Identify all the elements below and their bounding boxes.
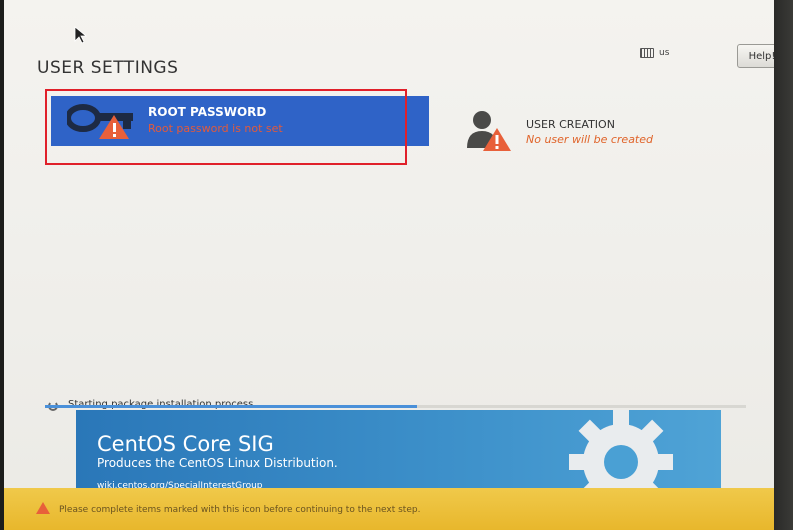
- warning-bar: Please complete items marked with this i…: [4, 488, 774, 530]
- user-warning-icon: [467, 111, 511, 151]
- progress-bar: [45, 405, 746, 408]
- mouse-pointer-icon: [74, 26, 88, 44]
- keyboard-icon: [640, 48, 654, 58]
- page-title: USER SETTINGS: [37, 58, 179, 78]
- banner-heading: CentOS Core SIG: [97, 432, 274, 456]
- spoke-user-status: No user will be created: [526, 133, 653, 146]
- progress-bar-fill: [45, 405, 417, 408]
- selection-highlight-box: [45, 89, 407, 165]
- banner-subheading: Produces the CentOS Linux Distribution.: [97, 456, 338, 470]
- installer-screen: USER SETTINGS us Help! ROOT PASSWORD Roo…: [4, 0, 774, 530]
- help-button[interactable]: Help!: [737, 44, 774, 68]
- keyboard-layout-label: us: [659, 48, 670, 58]
- spoke-user-creation[interactable]: USER CREATION No user will be created: [464, 108, 724, 158]
- warning-icon: [36, 502, 50, 514]
- warning-text: Please complete items marked with this i…: [59, 505, 421, 515]
- monitor-bezel: [774, 0, 793, 530]
- keyboard-layout-indicator[interactable]: us: [640, 48, 669, 58]
- spoke-user-title: USER CREATION: [526, 118, 615, 131]
